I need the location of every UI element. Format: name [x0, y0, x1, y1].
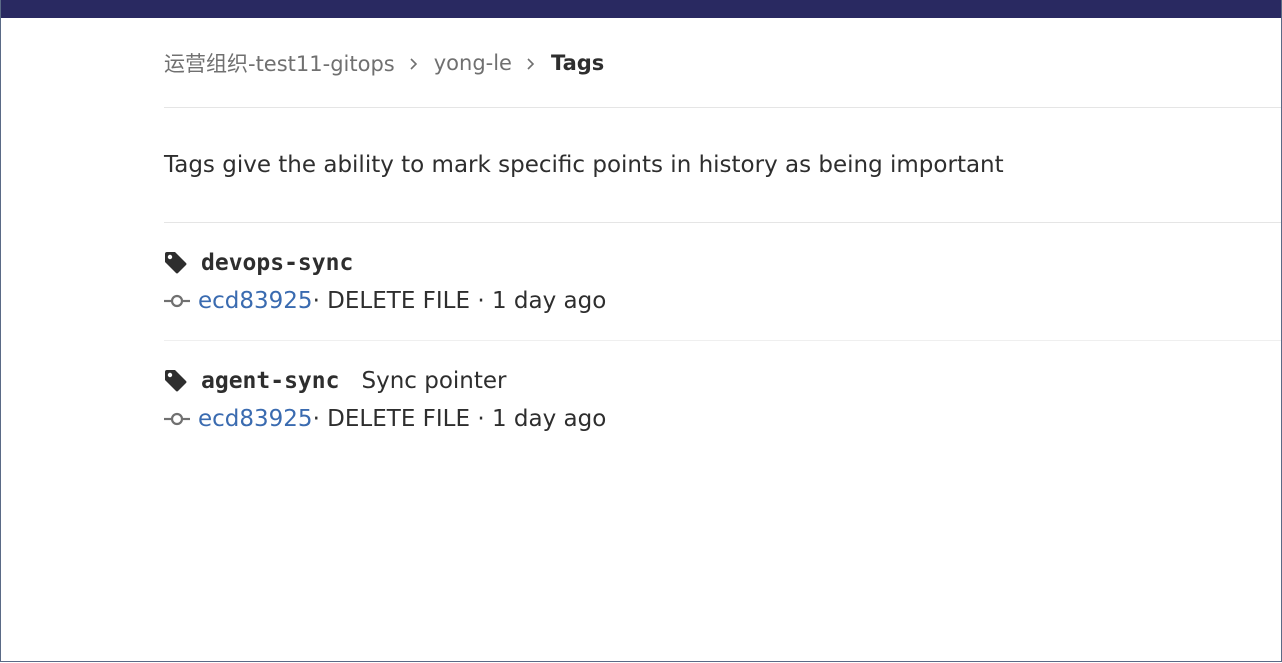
commit-sha-link[interactable]: ecd83925: [198, 288, 313, 314]
breadcrumb-group-link[interactable]: 运营组织-test11-gitops: [164, 48, 395, 78]
tag-header: devops-sync: [164, 245, 1281, 281]
chevron-right-icon: [409, 58, 418, 70]
tag-commit-info: ecd83925 · DELETE FILE · 1 day ago: [164, 281, 1281, 321]
breadcrumb-current-link[interactable]: Tags: [551, 51, 604, 75]
commit-icon: [164, 411, 190, 427]
tag-icon: [164, 369, 188, 393]
tag-commit-info: ecd83925 · DELETE FILE · 1 day ago: [164, 399, 1281, 439]
page-description: Tags give the ability to mark specific p…: [164, 108, 1281, 223]
chevron-right-icon: [526, 58, 535, 70]
breadcrumb-project-link[interactable]: yong-le: [434, 51, 512, 75]
tag-name-link[interactable]: agent-sync: [201, 368, 339, 394]
commit-sha-link[interactable]: ecd83925: [198, 406, 313, 432]
tag-icon: [164, 251, 188, 275]
tag-message: Sync pointer: [361, 368, 507, 394]
commit-meta: · DELETE FILE · 1 day ago: [312, 288, 607, 314]
tag-list-item: devops-sync ecd83925 · DELETE FILE · 1 d…: [164, 223, 1281, 341]
breadcrumb: 运营组织-test11-gitops yong-le Tags: [164, 18, 1281, 108]
tag-header: agent-sync Sync pointer: [164, 363, 1281, 399]
commit-icon: [164, 293, 190, 309]
top-navigation-bar: [1, 0, 1281, 18]
page-frame: 运营组织-test11-gitops yong-le Tags Tags giv…: [0, 0, 1282, 662]
commit-meta: · DELETE FILE · 1 day ago: [312, 406, 607, 432]
tag-list-item: agent-sync Sync pointer ecd83925 · DELET…: [164, 341, 1281, 459]
tag-name-link[interactable]: devops-sync: [201, 250, 353, 276]
main-content: 运营组织-test11-gitops yong-le Tags Tags giv…: [164, 18, 1281, 459]
